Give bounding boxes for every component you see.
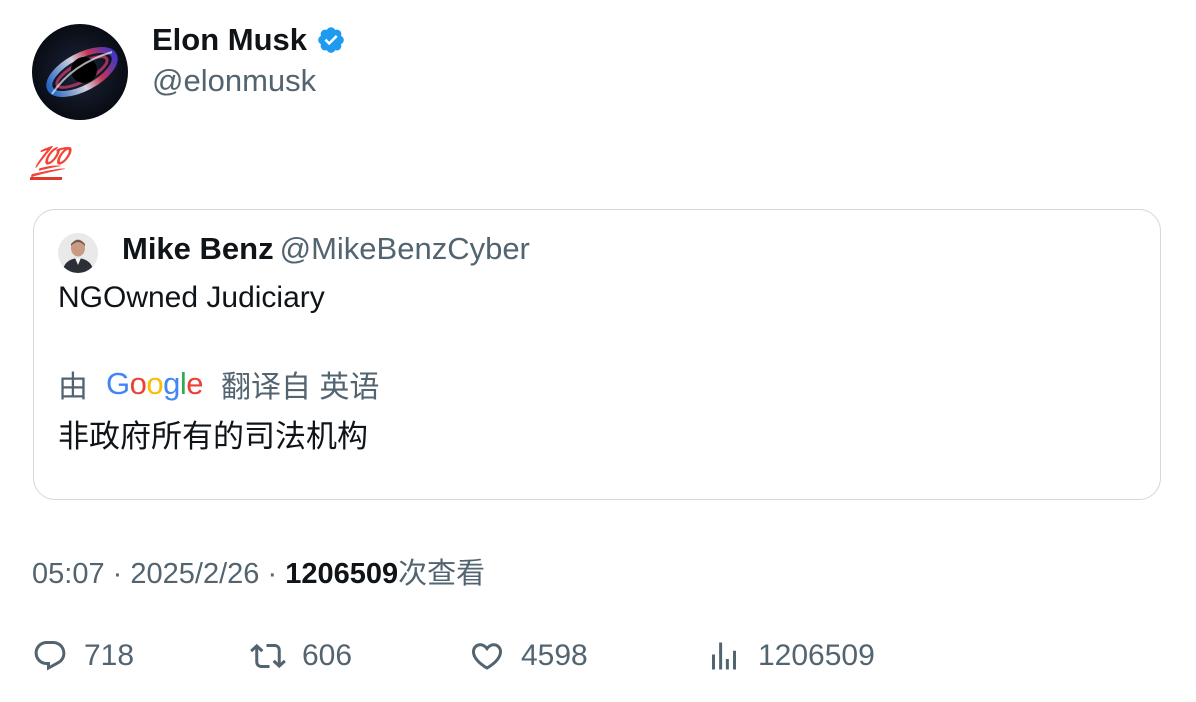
meta-separator: · bbox=[267, 558, 278, 590]
tweet-text: 💯 bbox=[29, 140, 67, 180]
reply-button[interactable]: 718 bbox=[32, 634, 134, 678]
quoted-tweet-text: NGOwned Judiciary bbox=[58, 281, 325, 314]
translate-suffix: 翻译自 英语 bbox=[221, 371, 380, 404]
quoted-author-handle[interactable]: @MikeBenzCyber bbox=[280, 231, 530, 266]
retweet-count: 606 bbox=[302, 639, 353, 672]
views-label: 次查看 bbox=[398, 558, 486, 590]
quoted-author-row[interactable]: Mike Benz @MikeBenzCyber bbox=[122, 231, 530, 267]
views-total: 1206509 bbox=[758, 639, 875, 672]
author-avatar-image bbox=[32, 24, 128, 120]
quoted-author-avatar-image bbox=[58, 233, 98, 273]
tweet-date[interactable]: 2025/2/26 bbox=[130, 558, 259, 590]
google-logo: Google bbox=[106, 366, 204, 401]
action-bar: 718 606 4598 1206509 bbox=[0, 634, 1196, 678]
views-icon bbox=[712, 642, 736, 670]
views-count: 1206509 bbox=[285, 558, 399, 590]
author-handle[interactable]: @elonmusk bbox=[152, 63, 316, 99]
meta-separator: · bbox=[112, 558, 123, 590]
like-icon bbox=[471, 643, 503, 670]
retweet-button[interactable]: 606 bbox=[250, 634, 352, 678]
retweet-icon bbox=[250, 643, 286, 669]
tweet-time[interactable]: 05:07 bbox=[32, 558, 105, 590]
quoted-author-avatar[interactable] bbox=[58, 233, 98, 273]
quoted-author-name[interactable]: Mike Benz bbox=[122, 231, 274, 266]
translate-prefix: 由 bbox=[58, 371, 88, 404]
reply-count: 718 bbox=[84, 639, 135, 672]
like-count: 4598 bbox=[521, 639, 588, 672]
views-button[interactable]: 1206509 bbox=[706, 634, 875, 678]
author-name-row[interactable]: Elon Musk bbox=[152, 22, 346, 58]
tweet-meta: 05:07 · 2025/2/26 · 1206509次查看 bbox=[32, 550, 485, 592]
author-avatar[interactable] bbox=[32, 24, 128, 120]
verified-badge-icon bbox=[318, 27, 344, 53]
quoted-tweet[interactable]: Mike Benz @MikeBenzCyber NGOwned Judiciar… bbox=[33, 209, 1161, 500]
hundred-points-emoji: 💯 bbox=[29, 145, 67, 180]
reply-icon bbox=[34, 641, 66, 671]
author-name[interactable]: Elon Musk bbox=[152, 22, 307, 58]
translated-text: 非政府所有的司法机构 bbox=[58, 419, 368, 454]
translation-attribution[interactable]: 由 Google 翻译自 英语 bbox=[58, 362, 379, 406]
like-button[interactable]: 4598 bbox=[469, 634, 588, 678]
